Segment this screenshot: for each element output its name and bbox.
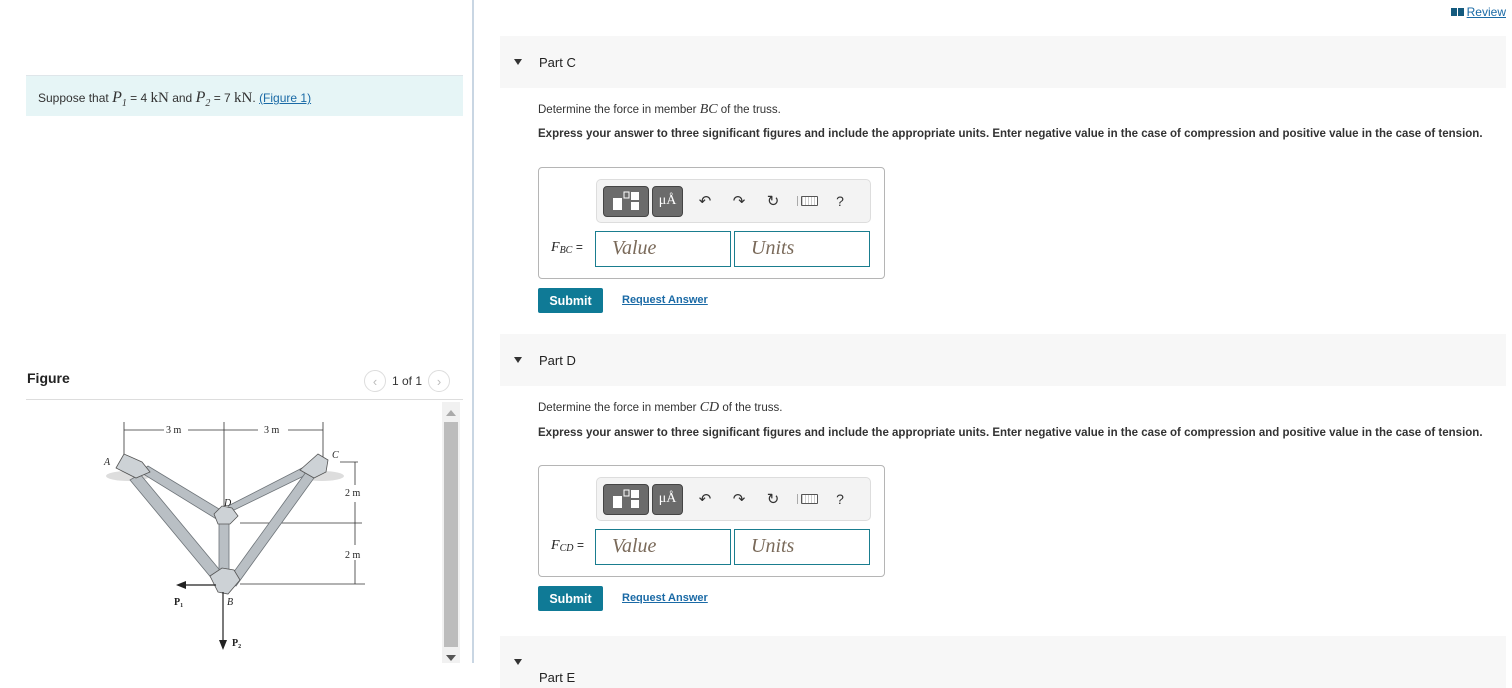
keyboard-icon[interactable] [801, 494, 818, 504]
truss-figure: 3 m 3 m 2 m 2 m A C D B P1 P2 [103, 422, 365, 650]
part-c-header[interactable]: Part C [500, 36, 1506, 88]
part-e-header[interactable]: Part E [500, 636, 1506, 688]
p1-value: = 4 [126, 91, 151, 105]
part-d-request-answer-link[interactable]: Request Answer [622, 592, 708, 604]
problem-statement: Suppose that P1 = 4 kN and P2 = 7 kN. (F… [26, 75, 463, 116]
figure-link[interactable]: (Figure 1) [259, 91, 311, 105]
member-cd-symbol: CD [699, 400, 720, 415]
scroll-thumb[interactable] [444, 422, 458, 647]
scroll-down-icon[interactable] [446, 655, 456, 661]
label-p1: P1 [174, 597, 183, 609]
p2-unit: kN [234, 90, 253, 106]
undo-icon[interactable]: ↶ [693, 192, 717, 210]
part-c-units-input[interactable]: Units [734, 231, 870, 267]
forces [184, 584, 224, 642]
figure-divider [26, 399, 463, 400]
pager-text: 1 of 1 [392, 374, 423, 388]
part-c-question: Determine the force in member BC of the … [538, 102, 781, 117]
p1-symbol: P1 [112, 89, 127, 110]
p2-value: = 7 [210, 91, 235, 105]
dim-left-label: 3 m [166, 425, 182, 436]
caret-down-icon[interactable] [514, 357, 522, 363]
part-d-header[interactable]: Part D [500, 334, 1506, 386]
templates-icon[interactable] [603, 483, 649, 515]
dim-right-label: 3 m [264, 425, 280, 436]
part-d-answer-box: μÅ ↶ ↷ ↻ ? FCD = Value Units [538, 465, 885, 577]
part-c-submit-button[interactable]: Submit [538, 288, 603, 313]
review-label: Review [1466, 5, 1506, 19]
member-bc-symbol: BC [699, 102, 718, 117]
undo-icon[interactable]: ↶ [693, 490, 717, 508]
and-text: and [168, 91, 196, 105]
figure-pager: ‹ 1 of 1 › [364, 370, 451, 392]
part-c-variable-label: FBC = [551, 240, 583, 256]
part-d-variable-label: FCD = [551, 538, 584, 554]
scroll-up-icon[interactable] [446, 410, 456, 416]
figure-scrollbar[interactable] [442, 402, 460, 663]
label-d: D [223, 498, 232, 509]
part-d-submit-button[interactable]: Submit [538, 586, 603, 611]
dim-lower-label: 2 m [345, 550, 361, 561]
help-icon[interactable]: ? [828, 193, 852, 209]
part-d-title: Part D [539, 352, 576, 368]
part-c-request-answer-link[interactable]: Request Answer [622, 294, 708, 306]
book-icon [1450, 8, 1464, 16]
part-c-title: Part C [539, 54, 576, 70]
toolbar-separator [797, 494, 798, 504]
templates-icon[interactable] [603, 185, 649, 217]
dim-upper-label: 2 m [345, 488, 361, 499]
part-e-title: Part E [539, 669, 576, 685]
part-d-value-input[interactable]: Value [595, 529, 731, 565]
problem-text: Suppose that [38, 91, 113, 105]
reset-icon[interactable]: ↻ [761, 192, 785, 210]
force-p2-arrow [219, 640, 227, 650]
force-p1-arrow [176, 581, 186, 589]
part-c-instructions: Express your answer to three significant… [538, 128, 1483, 140]
reset-icon[interactable]: ↻ [761, 490, 785, 508]
chevron-right-icon[interactable]: › [428, 370, 451, 392]
units-button[interactable]: μÅ [652, 185, 683, 217]
redo-icon[interactable]: ↷ [727, 490, 751, 508]
label-c: C [332, 450, 339, 461]
label-a: A [103, 457, 111, 468]
part-c-value-input[interactable]: Value [595, 231, 731, 267]
p1-unit: kN [150, 90, 169, 106]
part-d-toolbar: μÅ ↶ ↷ ↻ ? [596, 477, 871, 521]
part-c-answer-box: μÅ ↶ ↷ ↻ ? FBC = Value Units [538, 167, 885, 279]
part-d-instructions: Express your answer to three significant… [538, 427, 1483, 439]
part-d-question: Determine the force in member CD of the … [538, 400, 783, 415]
figure-title: Figure [27, 370, 70, 386]
help-icon[interactable]: ? [828, 491, 852, 507]
keyboard-icon[interactable] [801, 196, 818, 206]
label-b: B [227, 597, 233, 608]
review-link[interactable]: Review [1450, 5, 1506, 19]
caret-down-icon[interactable] [514, 659, 522, 665]
chevron-left-icon[interactable]: ‹ [364, 370, 386, 392]
p2-symbol: P2 [195, 89, 211, 110]
left-panel: Suppose that P1 = 4 kN and P2 = 7 kN. (F… [0, 0, 474, 663]
part-c-toolbar: μÅ ↶ ↷ ↻ ? [596, 179, 871, 223]
part-d-units-input[interactable]: Units [734, 529, 870, 565]
units-button[interactable]: μÅ [652, 483, 683, 515]
label-p2: P2 [232, 638, 241, 650]
toolbar-separator [797, 196, 798, 206]
redo-icon[interactable]: ↷ [727, 192, 751, 210]
caret-down-icon[interactable] [514, 59, 522, 65]
